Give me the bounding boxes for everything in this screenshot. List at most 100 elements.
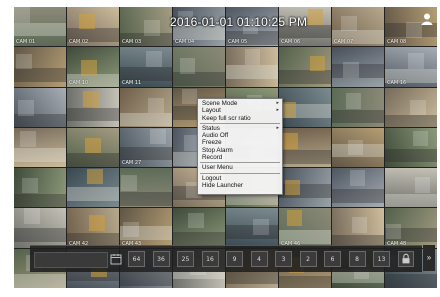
layout-button[interactable]: 36 <box>152 251 170 267</box>
camera-tile[interactable] <box>385 87 437 127</box>
camera-tile[interactable] <box>120 168 172 208</box>
menu-item[interactable]: Keep full scr ratio <box>198 115 282 122</box>
camera-tile[interactable]: CAM 48 <box>385 208 437 248</box>
camera-tile[interactable] <box>14 208 66 248</box>
layout-button[interactable]: 64 <box>128 251 145 267</box>
camera-scene <box>120 272 172 286</box>
camera-scene <box>181 88 198 105</box>
camera-scene <box>14 228 66 242</box>
camera-scene <box>179 57 196 74</box>
layout-button[interactable]: 25 <box>177 251 194 267</box>
camera-tile[interactable]: CAM 03 <box>120 7 172 47</box>
menu-item[interactable]: User Menu <box>198 164 282 171</box>
camera-scene <box>120 112 172 127</box>
camera-tile[interactable] <box>226 47 278 87</box>
layout-button[interactable]: 13 <box>373 251 390 267</box>
layout-button[interactable]: 16 <box>201 251 219 267</box>
camera-tile[interactable]: CAM 11 <box>120 47 172 87</box>
layout-button[interactable]: 2 <box>299 251 317 267</box>
menu-item-label: Stop Alarm <box>202 146 233 154</box>
camera-tile[interactable] <box>332 168 384 208</box>
camera-scene <box>14 194 66 208</box>
camera-tile[interactable] <box>385 168 437 208</box>
menu-separator <box>200 172 280 174</box>
camera-tile[interactable]: CAM 02 <box>67 7 119 47</box>
camera-tile[interactable] <box>226 208 278 248</box>
menu-item-label: Scene Mode <box>202 100 238 107</box>
layout-button[interactable]: 9 <box>226 251 243 267</box>
camera-tile[interactable]: CAM 10 <box>67 47 119 87</box>
camera-scene <box>414 177 431 193</box>
camera-tile[interactable] <box>332 47 384 87</box>
user-icon[interactable] <box>420 12 434 26</box>
camera-label: CAM 11 <box>122 79 142 86</box>
layout-button[interactable]: 8 <box>348 251 366 267</box>
menu-item[interactable]: Stop Alarm <box>198 147 282 154</box>
camera-tile[interactable] <box>332 127 384 168</box>
camera-tile[interactable]: CAM 07 <box>332 7 384 47</box>
camera-tile[interactable] <box>385 127 437 168</box>
camera-tile[interactable]: CAM 42 <box>67 208 119 248</box>
search-date-field[interactable] <box>34 252 108 268</box>
camera-tile[interactable] <box>279 127 331 168</box>
camera-scene <box>148 97 164 114</box>
submenu-arrow-icon: ▸ <box>276 107 279 114</box>
camera-scene <box>226 224 278 239</box>
menu-item[interactable]: Scene Mode ▸ <box>198 100 282 107</box>
menu-item[interactable]: Freeze <box>198 139 282 146</box>
camera-scene <box>120 192 172 207</box>
camera-tile[interactable] <box>173 208 225 248</box>
datetime-display: 2016-01-01 01:10:25 PM <box>170 15 308 29</box>
camera-scene <box>143 20 160 37</box>
menu-item[interactable]: Record <box>198 154 282 161</box>
camera-tile[interactable] <box>67 87 119 127</box>
layout-button[interactable]: 3 <box>275 251 292 267</box>
camera-tile[interactable] <box>67 168 119 208</box>
camera-scene <box>123 221 139 238</box>
camera-scene <box>67 107 119 122</box>
camera-tile[interactable] <box>14 168 66 208</box>
camera-tile[interactable]: CAM 46 <box>279 208 331 248</box>
menu-item[interactable]: Logout <box>198 175 282 182</box>
menu-item-label: Freeze <box>202 139 222 147</box>
camera-tile[interactable] <box>279 168 331 208</box>
camera-tile[interactable] <box>14 47 66 87</box>
layout-button[interactable]: 4 <box>250 251 268 267</box>
camera-tile[interactable]: CAM 01 <box>14 7 66 47</box>
launcher-expand-button[interactable]: » <box>423 245 435 271</box>
calendar-icon[interactable] <box>110 253 122 265</box>
layout-button[interactable]: 6 <box>324 251 341 267</box>
menu-item[interactable]: Status ▸ <box>198 125 282 132</box>
camera-tile[interactable] <box>120 87 172 127</box>
camera-scene <box>286 210 303 227</box>
lock-button[interactable] <box>398 251 414 267</box>
menu-item-label: Layout <box>202 107 221 115</box>
camera-tile[interactable]: CAM 16 <box>385 47 437 87</box>
camera-tile[interactable] <box>279 47 331 87</box>
camera-tile[interactable] <box>332 208 384 248</box>
camera-scene <box>83 91 99 107</box>
camera-tile[interactable] <box>14 127 66 168</box>
camera-tile[interactable]: CAM 27 <box>120 127 172 168</box>
camera-scene <box>173 231 225 246</box>
camera-label: CAM 04 <box>175 39 195 46</box>
camera-tile[interactable] <box>67 127 119 168</box>
menu-item[interactable]: Audio Off <box>198 132 282 139</box>
camera-scene <box>20 130 36 147</box>
camera-tile[interactable] <box>332 87 384 127</box>
menu-item[interactable]: Hide Launcher <box>198 182 282 189</box>
context-menu: Scene Mode ▸ Layout ▸ Keep full scr ratio Sta… <box>197 98 283 195</box>
camera-tile[interactable] <box>279 87 331 127</box>
camera-scene <box>385 223 402 240</box>
camera-scene <box>22 177 38 194</box>
camera-tile[interactable]: CAM 43 <box>120 208 172 248</box>
camera-scene <box>14 7 30 23</box>
camera-scene <box>87 168 103 185</box>
camera-scene <box>188 212 204 229</box>
menu-separator <box>200 122 280 124</box>
camera-label: CAM 16 <box>387 79 407 86</box>
camera-tile[interactable] <box>173 47 225 87</box>
camera-tile[interactable] <box>14 87 66 127</box>
camera-scene <box>412 130 429 147</box>
menu-item[interactable]: Layout ▸ <box>198 107 282 114</box>
